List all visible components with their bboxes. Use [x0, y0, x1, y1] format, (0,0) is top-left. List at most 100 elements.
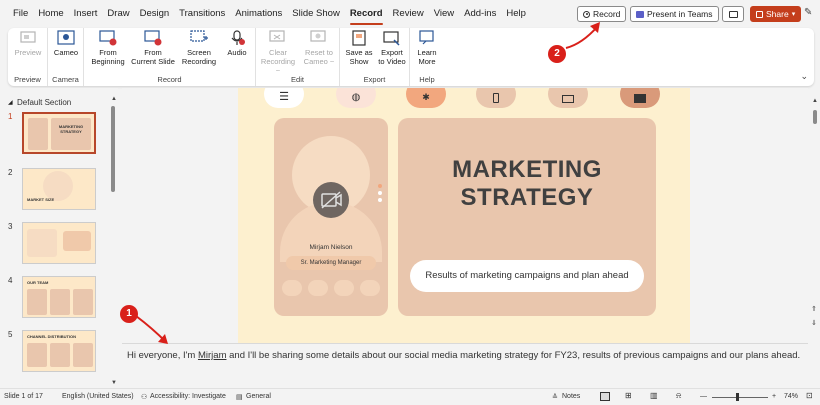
language-status[interactable]: English (United States) — [62, 393, 134, 400]
zoom-in-icon[interactable]: + — [772, 393, 776, 400]
ribbon-group-label: Export — [363, 75, 386, 84]
from-current-slide-label: From Current Slide — [131, 48, 175, 66]
tab-add-ins[interactable]: Add-ins — [459, 0, 501, 28]
learn-more-button[interactable]: Learn More — [412, 30, 442, 66]
pen-icon[interactable]: ✎ — [804, 7, 812, 18]
learn-more-label: Learn More — [417, 48, 437, 66]
tab-animations[interactable]: Animations — [230, 0, 287, 28]
sensitivity-label[interactable]: General — [246, 393, 271, 400]
share-icon — [756, 10, 763, 18]
slide-number: 1 — [8, 112, 13, 121]
slide-nav-team: ✱ — [406, 88, 446, 108]
preview-icon — [19, 30, 37, 46]
accessibility-status[interactable]: Accessibility: Investigate — [150, 393, 226, 400]
ribbon-group-export: Save as Show Export to Video Export — [340, 28, 410, 86]
ribbon-group-record: From Beginning From Current Slide Screen… — [84, 28, 256, 86]
teams-icon — [636, 10, 644, 18]
slide-show-icon[interactable]: ⍾ — [676, 391, 681, 401]
clear-recording-icon — [269, 30, 287, 46]
speaker-notes-text[interactable]: Hi everyone, I'm Mirjam and I'll be shar… — [127, 350, 800, 361]
share-button[interactable]: Share ▾ — [750, 6, 802, 22]
slide-title-line-1: MARKETING — [452, 156, 602, 183]
save-as-show-button[interactable]: Save as Show — [343, 30, 375, 66]
from-beginning-button[interactable]: From Beginning — [88, 30, 128, 66]
tab-review[interactable]: Review — [388, 0, 429, 28]
notes-toggle[interactable]: Notes — [562, 393, 580, 400]
slide-nav-menu: ☰ — [264, 88, 304, 108]
screen-recording-label: Screen Recording — [181, 48, 217, 66]
ribbon-group-label: Preview — [14, 75, 41, 84]
tab-record[interactable]: Record — [345, 0, 388, 28]
present-in-teams-button[interactable]: Present in Teams — [630, 6, 719, 22]
slide-thumbnail-2[interactable]: MARKET SIZE — [22, 168, 96, 210]
tab-design[interactable]: Design — [135, 0, 175, 28]
clear-recording-button[interactable]: Clear Recording ~ — [258, 30, 298, 75]
preview-button[interactable]: Preview — [11, 30, 45, 57]
comments-button[interactable] — [722, 6, 744, 22]
cameo-label: Cameo — [53, 48, 79, 57]
tab-view[interactable]: View — [429, 0, 459, 28]
current-slide[interactable]: ☰ ◍ ✱ Mirjam Nielson Sr. Marketing Manag… — [238, 88, 690, 343]
ribbon-group-camera: Cameo Camera — [48, 28, 84, 86]
export-to-video-label: Export to Video — [378, 48, 406, 66]
export-to-video-button[interactable]: Export to Video — [376, 30, 408, 66]
slide-sorter-icon[interactable]: ⊞ — [625, 391, 632, 400]
screen-recording-button[interactable]: Screen Recording — [179, 30, 219, 66]
slide-number: 2 — [8, 168, 13, 177]
slide-subtitle: Results of marketing campaigns and plan … — [410, 260, 644, 292]
fit-to-window-icon[interactable]: ⊡ — [806, 391, 813, 400]
tab-home[interactable]: Home — [33, 0, 68, 28]
normal-view-icon[interactable] — [600, 392, 610, 401]
reset-cameo-icon — [310, 30, 328, 46]
audio-button[interactable]: Audio — [222, 30, 252, 57]
save-as-show-icon — [350, 30, 368, 46]
zoom-level[interactable]: 74% — [784, 393, 798, 400]
export-video-icon — [383, 30, 401, 46]
slide-thumbnail-5[interactable]: CHANNEL DISTRIBUTION — [22, 330, 96, 372]
slide-thumbnail-1[interactable]: MARKETING STRATEGY — [22, 112, 96, 154]
comment-icon — [728, 10, 738, 18]
learn-more-icon — [418, 30, 436, 46]
slide-thumbnail-3[interactable] — [22, 222, 96, 264]
section-collapse-icon[interactable]: ◢ — [8, 99, 13, 106]
tab-help[interactable]: Help — [501, 0, 531, 28]
cameo-icon — [57, 30, 75, 46]
cameo-button[interactable]: Cameo — [50, 30, 82, 57]
presenter-card: Mirjam Nielson Sr. Marketing Manager — [274, 118, 388, 316]
ribbon-group-label: Help — [419, 75, 435, 84]
from-current-slide-button[interactable]: From Current Slide — [130, 30, 176, 66]
speaker-notes-pane[interactable]: Hi everyone, I'm Mirjam and I'll be shar… — [122, 343, 808, 387]
slide-nav-phone — [476, 88, 516, 108]
slide-title: MARKETING STRATEGY — [398, 156, 656, 212]
record-from-beginning-icon — [99, 30, 117, 46]
screen-recording-icon — [190, 30, 208, 46]
tab-transitions[interactable]: Transitions — [174, 0, 230, 28]
prev-slide-icon: ⇑ — [811, 306, 817, 313]
phone-icon — [493, 93, 499, 103]
zoom-slider-thumb[interactable] — [736, 393, 739, 401]
collapse-ribbon-chevron-icon[interactable]: ⌄ — [800, 71, 808, 82]
thumbnail-caption: MARKETING STRATEGY — [58, 124, 84, 134]
annotation-arrow-2 — [565, 22, 600, 49]
microphone-icon — [228, 30, 246, 46]
tab-file[interactable]: File — [8, 0, 33, 28]
notes-text-part-1: Hi everyone, I'm — [127, 350, 198, 361]
reading-view-icon[interactable]: ▥ — [650, 391, 658, 400]
slide-count: Slide 1 of 17 — [4, 393, 43, 400]
tab-slide-show[interactable]: Slide Show — [287, 0, 345, 28]
reset-to-cameo-button[interactable]: Reset to Cameo ~ — [300, 30, 338, 66]
slide-number: 5 — [8, 330, 13, 339]
tab-insert[interactable]: Insert — [69, 0, 103, 28]
ribbon-group-label: Camera — [52, 75, 79, 84]
thumbnails-scrollbar[interactable]: ▲ ▼ — [110, 96, 117, 386]
slide-thumbnail-4[interactable]: OUR TEAM — [22, 276, 96, 318]
social-circle — [360, 280, 380, 296]
share-button-label: Share — [766, 9, 789, 19]
powerpoint-window: File Home Insert Draw Design Transitions… — [0, 0, 820, 405]
slide-scrollbar[interactable]: ▲ ⇑ ⇓ — [810, 98, 820, 338]
zoom-slider[interactable] — [712, 397, 768, 398]
tab-draw[interactable]: Draw — [102, 0, 134, 28]
ribbon-group-preview: Preview Preview — [8, 28, 48, 86]
screen-icon — [562, 95, 574, 103]
zoom-out-icon[interactable]: — — [700, 393, 707, 400]
